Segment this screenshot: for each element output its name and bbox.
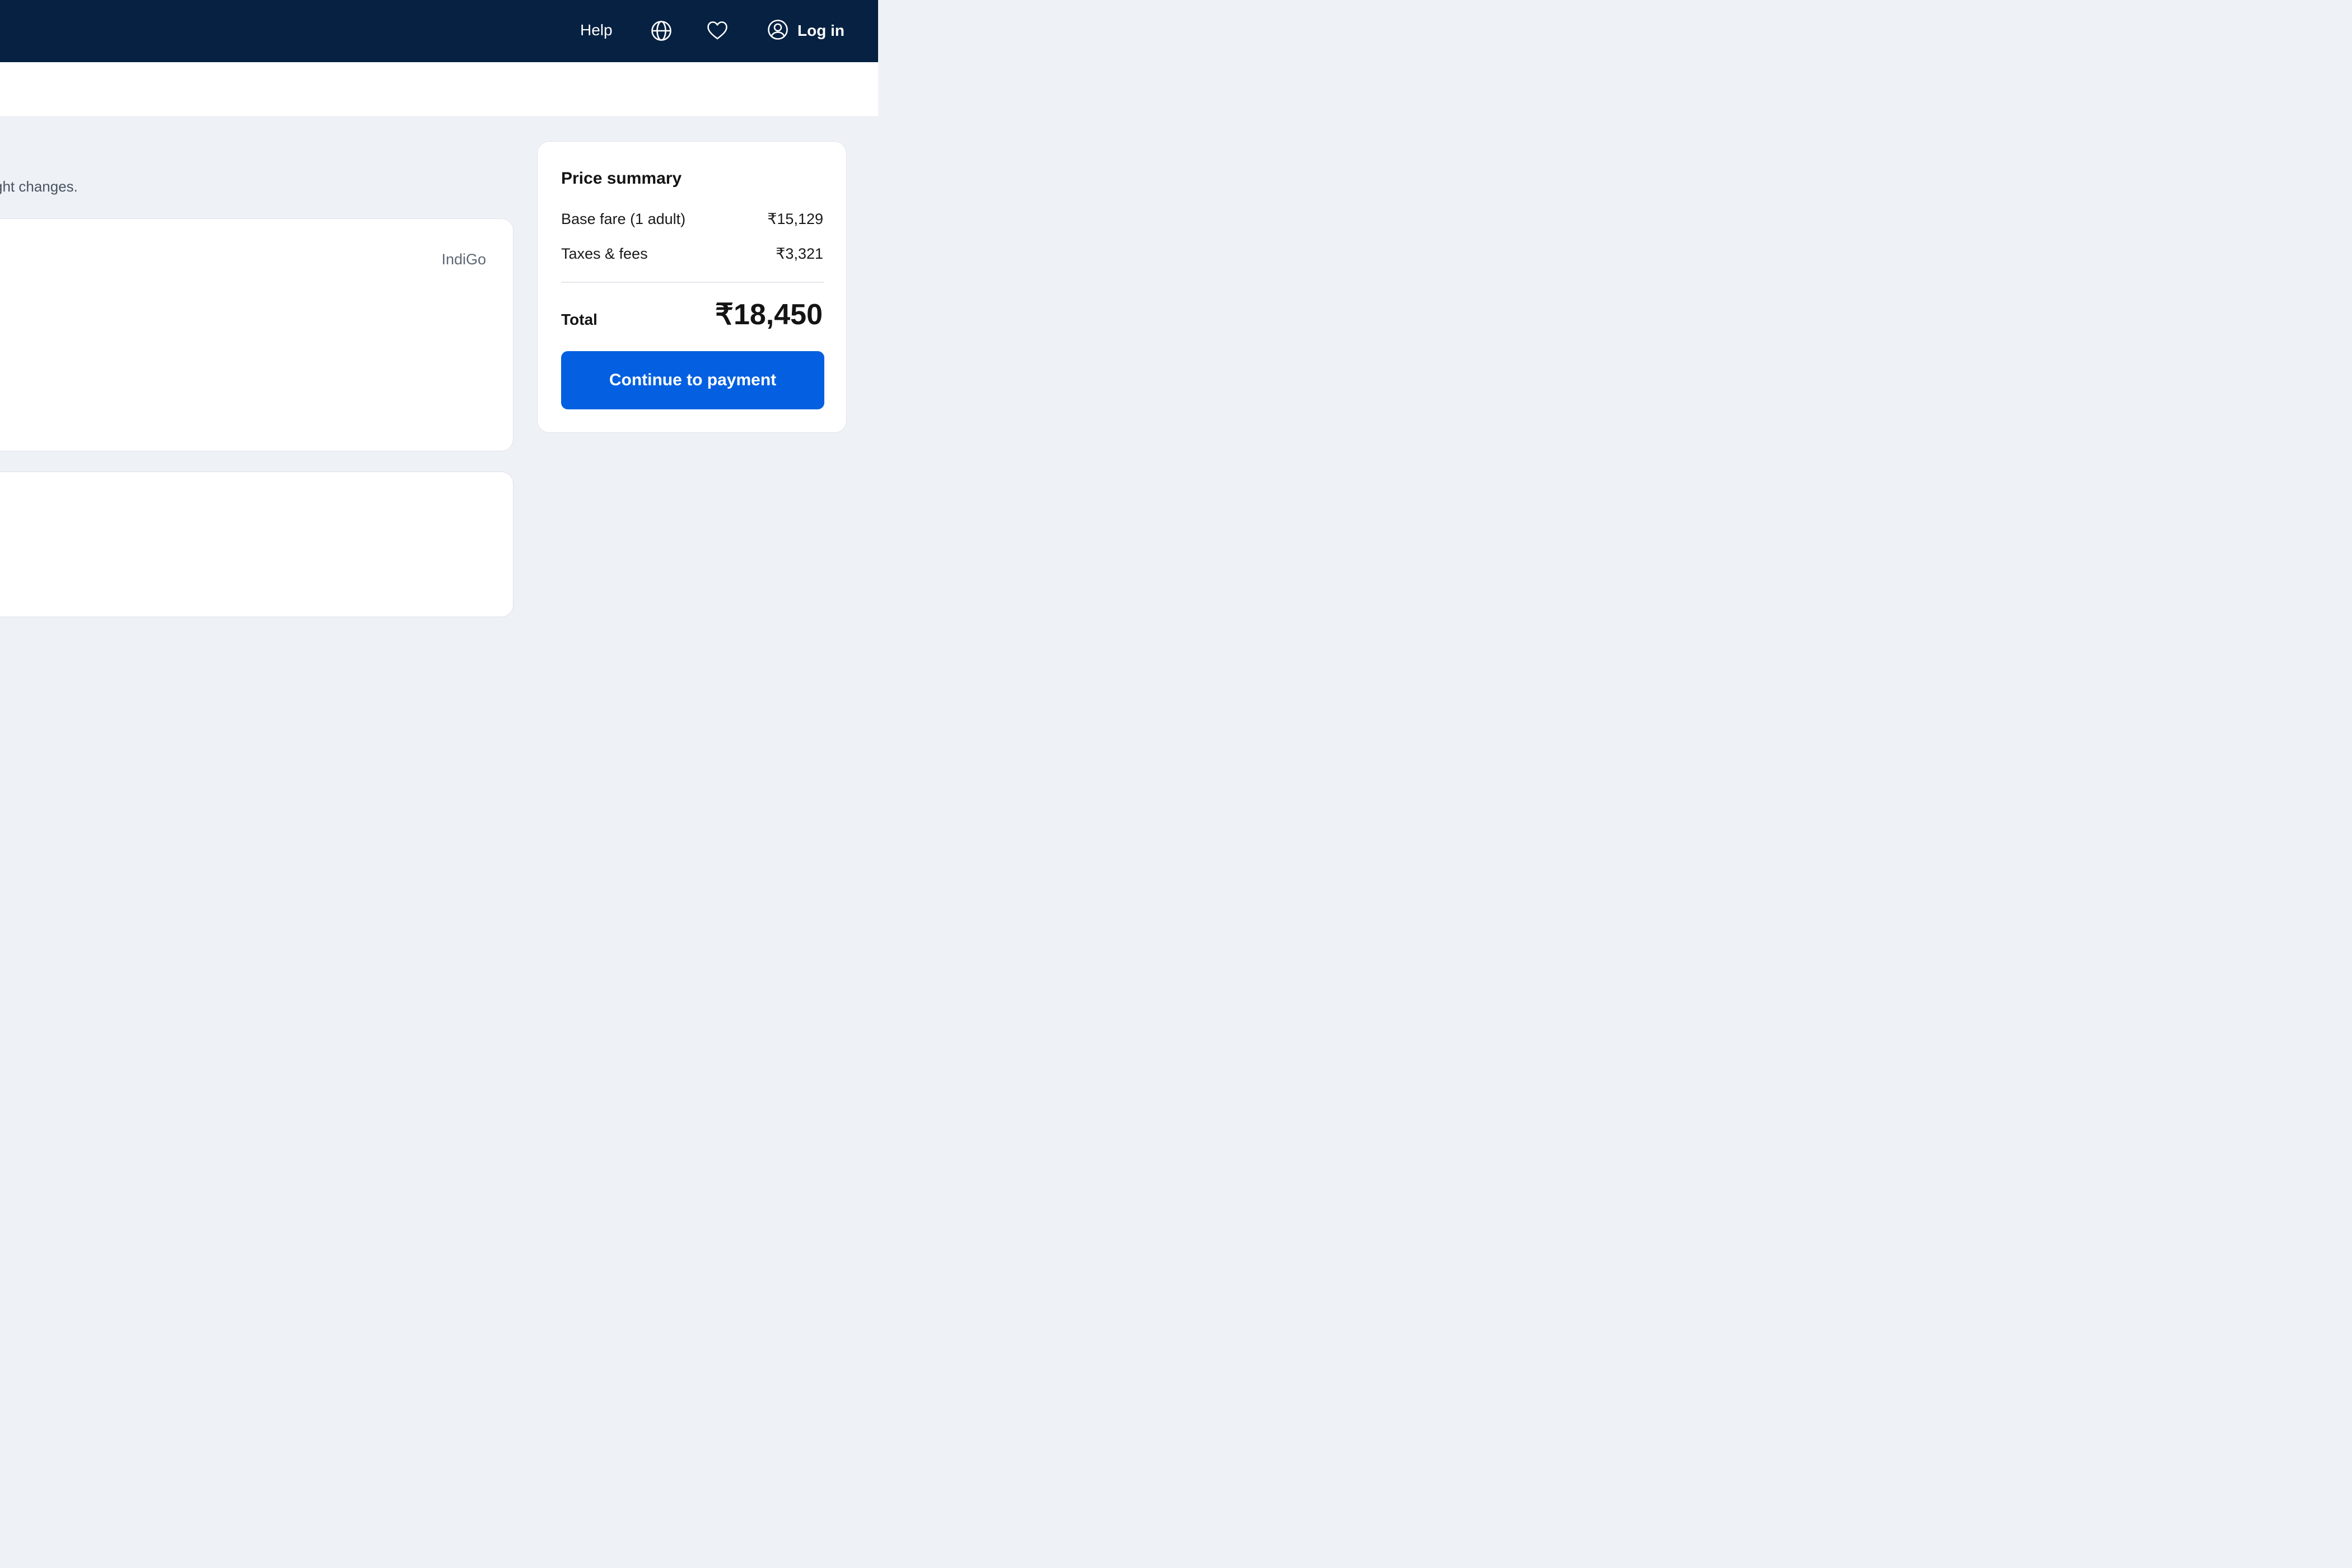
top-navigation-bar: Help Log in: [0, 0, 878, 62]
user-circle-icon: [767, 19, 788, 43]
secondary-header-bar: [0, 62, 878, 117]
help-link[interactable]: Help: [580, 21, 613, 40]
taxes-fees-value: ₹3,321: [776, 245, 823, 262]
notice-text: ght changes.: [0, 178, 78, 195]
taxes-fees-row: Taxes & fees ₹3,321: [561, 245, 823, 263]
total-label: Total: [561, 311, 598, 328]
globe-icon[interactable]: [651, 20, 672, 44]
base-fare-label: Base fare (1 adult): [561, 211, 686, 227]
flight-details-card: IndiGo: [0, 218, 514, 451]
base-fare-row: Base fare (1 adult) ₹15,129: [561, 210, 823, 228]
taxes-fees-label: Taxes & fees: [561, 245, 648, 262]
price-divider: [561, 282, 824, 283]
price-summary-card: Price summary Base fare (1 adult) ₹15,12…: [537, 141, 847, 433]
secondary-content-card: [0, 472, 514, 617]
base-fare-value: ₹15,129: [767, 211, 823, 227]
continue-to-payment-button[interactable]: Continue to payment: [561, 351, 824, 409]
login-label: Log in: [797, 22, 844, 39]
heart-icon[interactable]: [707, 21, 728, 44]
price-summary-title: Price summary: [561, 169, 682, 188]
airline-name: IndiGo: [441, 251, 486, 268]
login-button[interactable]: Log in: [767, 19, 844, 43]
total-value: ₹18,450: [715, 298, 823, 331]
